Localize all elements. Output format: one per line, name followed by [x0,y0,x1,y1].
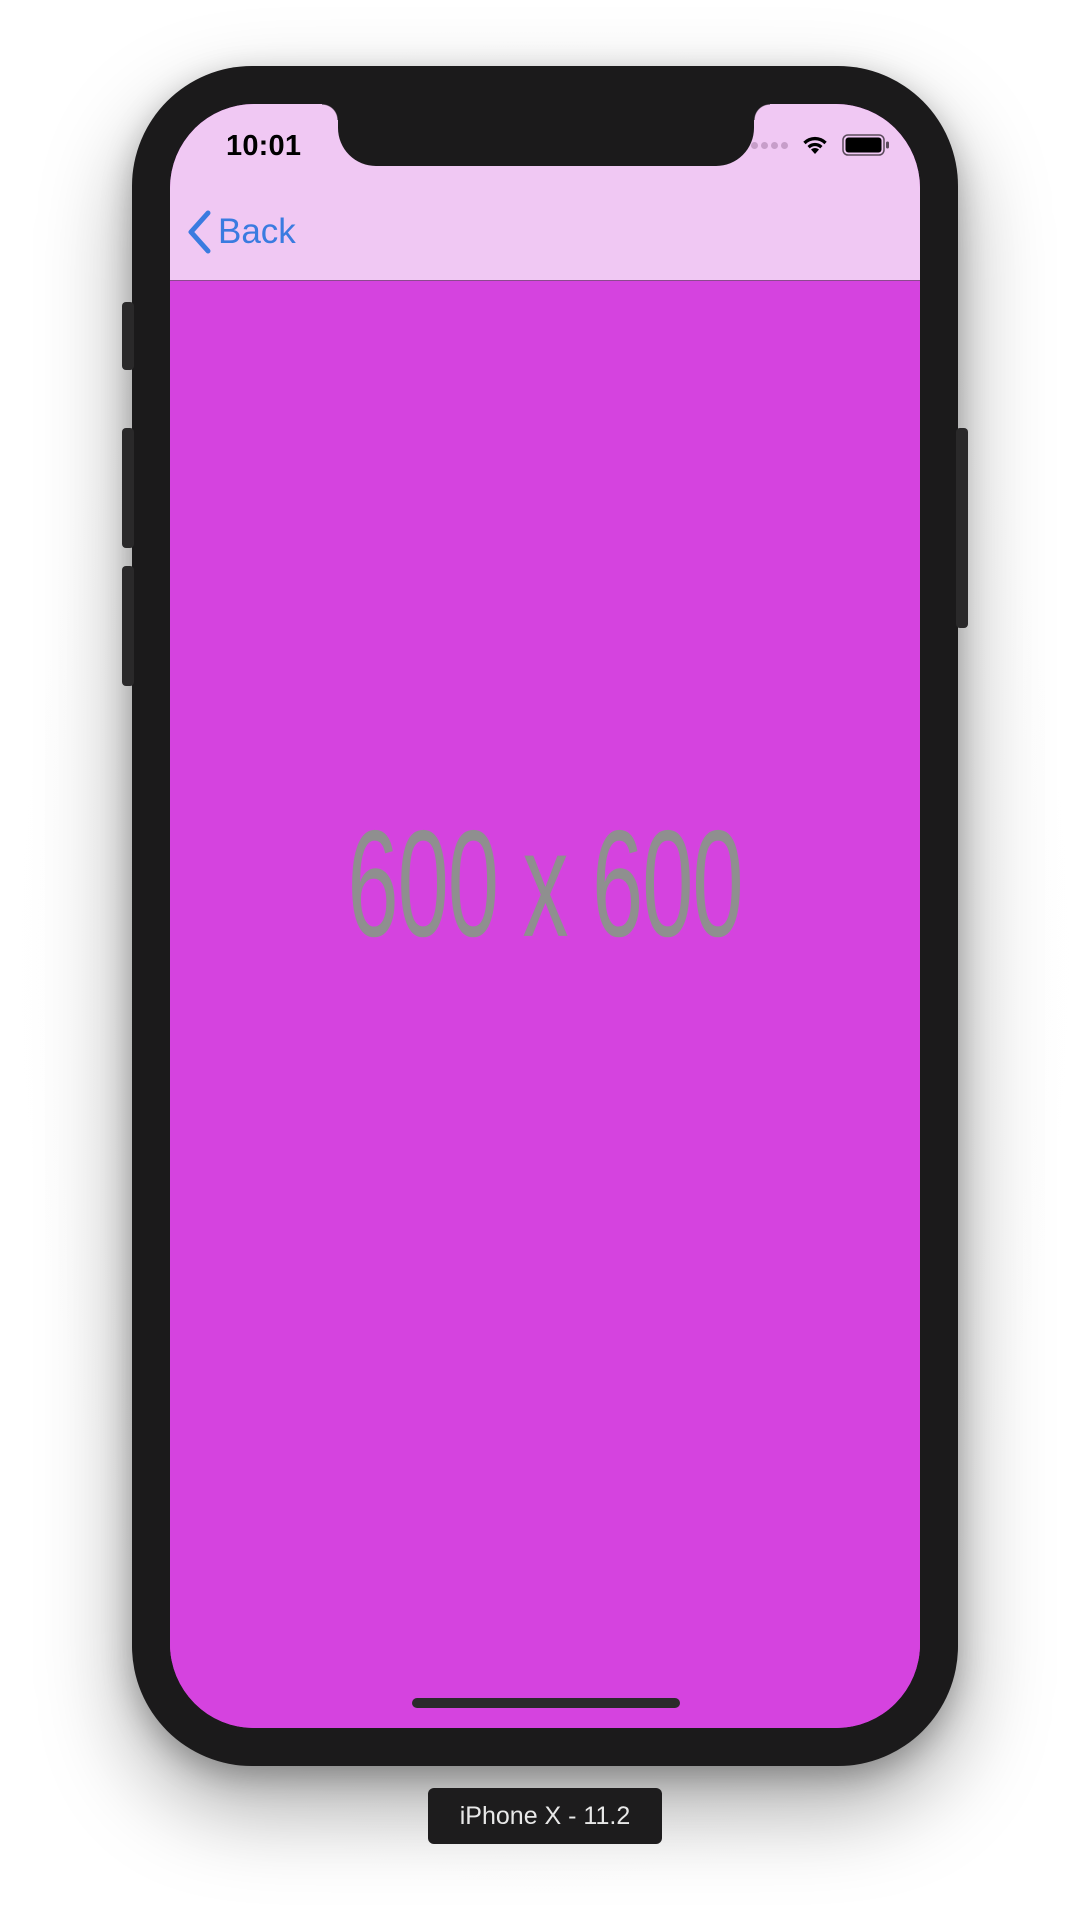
wifi-icon [803,136,827,154]
placeholder-image-text: 600 x 600 [347,800,743,969]
navigation-bar: 10:01 Back [170,104,920,281]
volume-down-button [122,566,134,686]
power-button [956,428,968,628]
status-bar-icons [751,134,890,156]
volume-up-button [122,428,134,548]
image-view: 600 x 600 [170,281,920,1728]
iphone-frame: 10:01 Back 600 x 600 [122,66,968,1766]
device-screen: 10:01 Back 600 x 600 [170,104,920,1728]
back-button-label: Back [218,212,296,251]
device-label: iPhone X - 11.2 [428,1788,662,1844]
battery-icon [842,134,889,156]
status-bar-time: 10:01 [226,130,302,162]
ring-silent-switch [122,302,134,370]
simulator-stage: 10:01 Back 600 x 600 iPhone X - 11.2 [0,0,1090,1928]
home-indicator[interactable] [412,1698,680,1708]
chevron-left-icon [188,210,211,254]
back-button[interactable]: Back [186,210,296,254]
display-notch [322,104,770,166]
cellular-signal-icon [751,141,788,149]
